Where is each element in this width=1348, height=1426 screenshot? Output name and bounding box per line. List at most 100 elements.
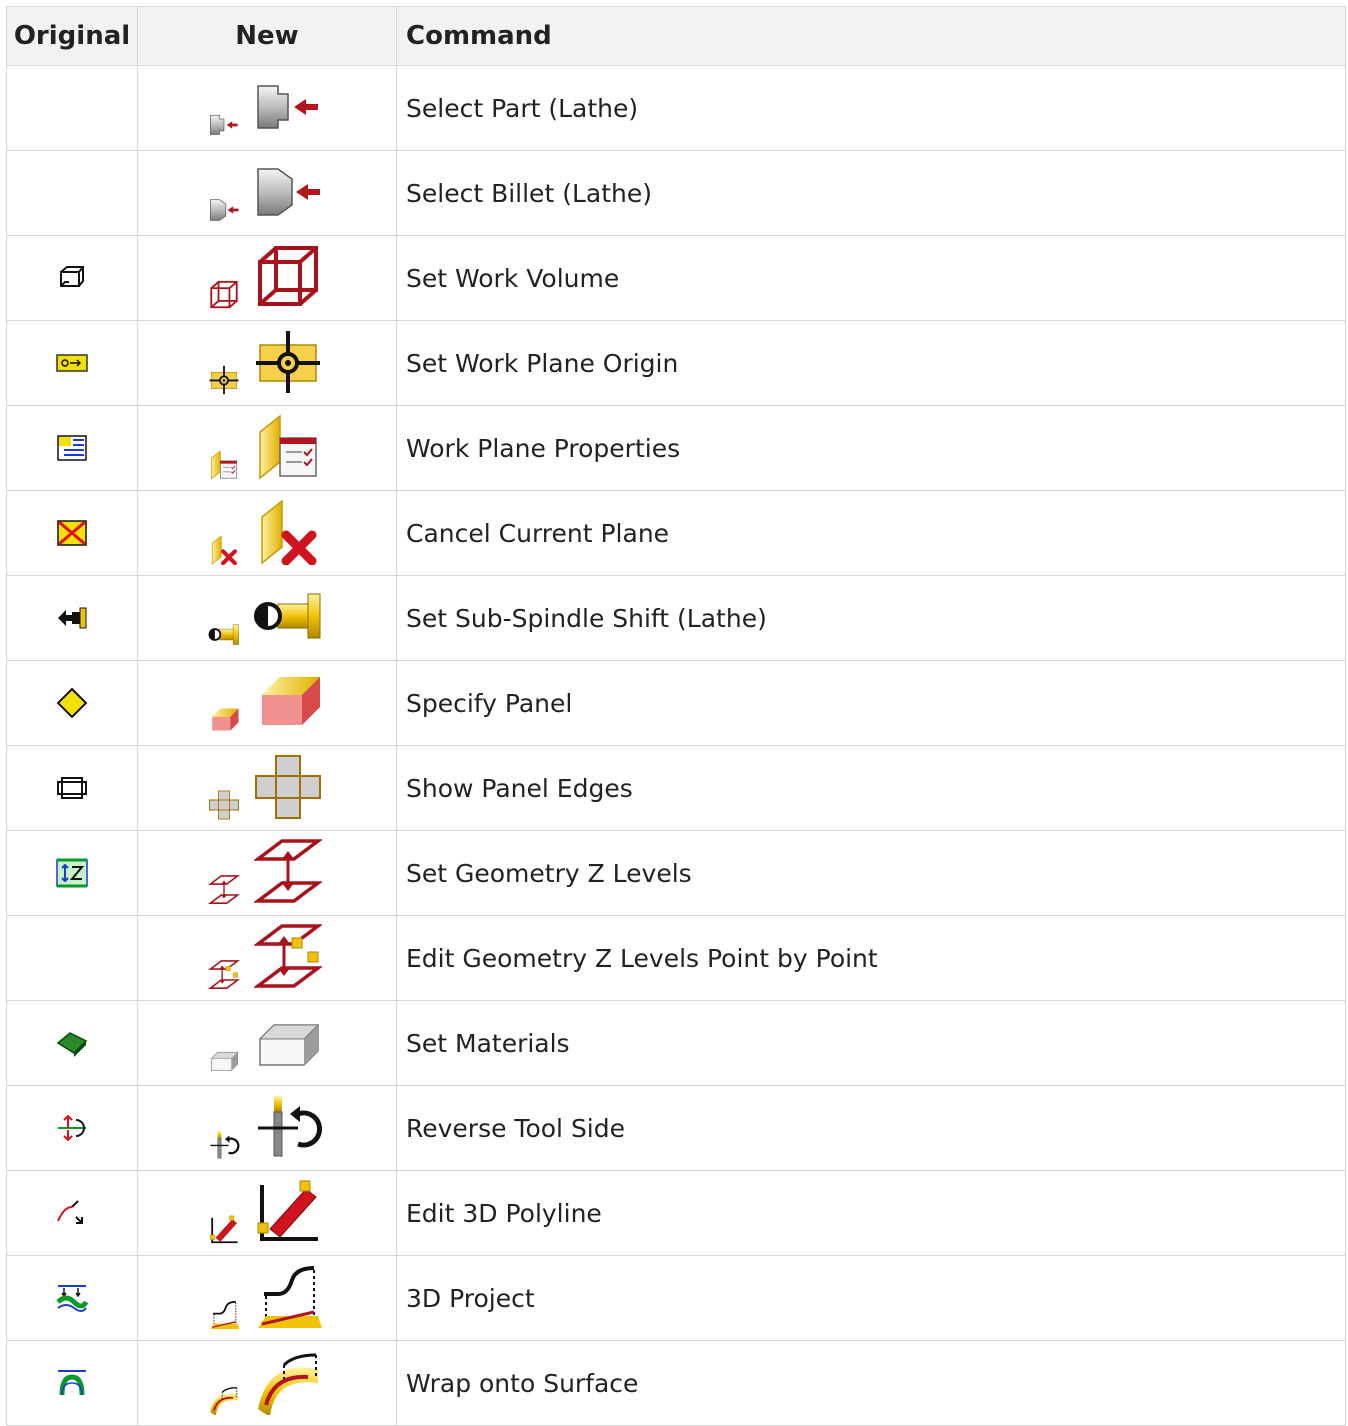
original-icon-cell — [6, 150, 138, 236]
command-label: Set Materials — [396, 1000, 1346, 1086]
panel-block-small-icon — [206, 705, 242, 735]
new-icon-cell — [137, 65, 397, 151]
green-block-icon — [56, 1032, 88, 1057]
original-icon-cell — [6, 575, 138, 661]
select-billet-lathe-icon — [254, 159, 322, 225]
original-icon-cell — [6, 1255, 138, 1341]
table-row: Set Work Plane Origin — [6, 320, 1346, 406]
red-cross-box-icon — [57, 520, 87, 546]
select-part-lathe-small-icon — [206, 110, 242, 140]
panel-cross-small-icon — [206, 790, 242, 820]
header-new: New — [137, 6, 397, 66]
wireframe-box-icon — [60, 266, 84, 287]
project-profile-icon — [254, 1264, 322, 1330]
project-wave-icon — [56, 1285, 89, 1312]
z-level-icon — [56, 858, 88, 888]
command-label: Select Billet (Lathe) — [396, 150, 1346, 236]
z-levels-points-small-icon — [206, 960, 242, 990]
original-icon-cell — [6, 660, 138, 746]
plane-checklist-small-icon — [206, 450, 242, 480]
original-icon-cell — [6, 405, 138, 491]
table-row: Set Work Volume — [6, 235, 1346, 321]
plane-red-x-icon — [254, 499, 322, 565]
original-icon-cell — [6, 745, 138, 831]
table-row: Edit 3D Polyline — [6, 1170, 1346, 1256]
command-label: Reverse Tool Side — [396, 1085, 1346, 1171]
plane-red-x-small-icon — [206, 535, 242, 565]
select-part-lathe-icon — [254, 74, 322, 140]
table-header-row: Original New Command — [6, 6, 1346, 66]
new-icon-cell — [137, 235, 397, 321]
command-label: Select Part (Lathe) — [396, 65, 1346, 151]
table-row: Select Part (Lathe) — [6, 65, 1346, 151]
command-label: Set Geometry Z Levels — [396, 830, 1346, 916]
original-icon-cell — [6, 915, 138, 1001]
new-icon-cell — [137, 745, 397, 831]
red-wireframe-cube-icon — [254, 244, 322, 310]
command-label: Edit 3D Polyline — [396, 1170, 1346, 1256]
command-label: Set Work Plane Origin — [396, 320, 1346, 406]
grey-block-icon — [254, 1009, 322, 1075]
original-icon-cell — [6, 1000, 138, 1086]
command-label: Specify Panel — [396, 660, 1346, 746]
table-row: Work Plane Properties — [6, 405, 1346, 491]
tool-reverse-icon — [254, 1094, 322, 1160]
command-label: Cancel Current Plane — [396, 490, 1346, 576]
command-label: Edit Geometry Z Levels Point by Point — [396, 915, 1346, 1001]
new-icon-cell — [137, 490, 397, 576]
table-row: 3D Project — [6, 1255, 1346, 1341]
command-label: Show Panel Edges — [396, 745, 1346, 831]
new-icon-cell — [137, 1255, 397, 1341]
red-wireframe-cube-small-icon — [206, 280, 242, 310]
table-row: Set Geometry Z Levels — [6, 830, 1346, 916]
table-row: Specify Panel — [6, 660, 1346, 746]
command-icon-table: Original New Command Select Part (Lathe)… — [6, 6, 1346, 1426]
table-row: Wrap onto Surface — [6, 1340, 1346, 1426]
original-icon-cell — [6, 1170, 138, 1256]
plane-checklist-icon — [254, 414, 322, 480]
pencil-polyline-icon — [254, 1179, 322, 1245]
spindle-black-icon — [58, 607, 87, 629]
new-icon-cell — [137, 1170, 397, 1256]
table-row: Show Panel Edges — [6, 745, 1346, 831]
wrap-icon — [58, 1370, 86, 1396]
yellow-diamond-icon — [56, 687, 88, 719]
header-original: Original — [6, 6, 138, 66]
panel-edges-icon — [57, 777, 87, 799]
table-row: Select Billet (Lathe) — [6, 150, 1346, 236]
reverse-arrows-icon — [58, 1114, 86, 1142]
original-icon-cell — [6, 1085, 138, 1171]
tool-reverse-small-icon — [206, 1130, 242, 1160]
crosshair-origin-small-icon — [206, 365, 242, 395]
table-row: Edit Geometry Z Levels Point by Point — [6, 915, 1346, 1001]
crosshair-origin-icon — [254, 329, 322, 395]
command-label: Wrap onto Surface — [396, 1340, 1346, 1426]
table-row: Reverse Tool Side — [6, 1085, 1346, 1171]
wrap-surface-icon — [254, 1349, 322, 1415]
z-levels-planes-small-icon — [206, 875, 242, 905]
original-icon-cell — [6, 65, 138, 151]
new-icon-cell — [137, 915, 397, 1001]
z-levels-points-icon — [254, 924, 322, 990]
select-billet-lathe-small-icon — [206, 195, 242, 225]
new-icon-cell — [137, 660, 397, 746]
original-icon-cell — [6, 1340, 138, 1426]
original-icon-cell — [6, 830, 138, 916]
header-command: Command — [396, 6, 1346, 66]
panel-cross-icon — [254, 754, 322, 820]
original-icon-cell — [6, 490, 138, 576]
panel-block-icon — [254, 669, 322, 735]
new-icon-cell — [137, 830, 397, 916]
polyline-curve-icon — [57, 1200, 83, 1224]
new-icon-cell — [137, 405, 397, 491]
new-icon-cell — [137, 1085, 397, 1171]
grey-block-small-icon — [206, 1045, 242, 1075]
command-label: 3D Project — [396, 1255, 1346, 1341]
original-icon-cell — [6, 320, 138, 406]
table-row: Set Materials — [6, 1000, 1346, 1086]
new-icon-cell — [137, 150, 397, 236]
original-icon-cell — [6, 235, 138, 321]
z-levels-planes-icon — [254, 839, 322, 905]
plane-properties-icon — [57, 435, 87, 461]
new-icon-cell — [137, 575, 397, 661]
